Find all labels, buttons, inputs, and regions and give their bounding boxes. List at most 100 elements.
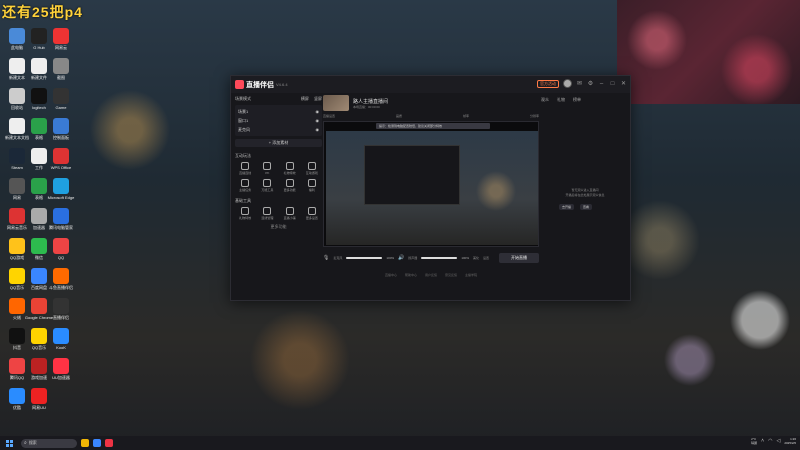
windows-start-icon[interactable] [6, 439, 13, 447]
toolbar-item[interactable]: 分辨率 [530, 114, 539, 118]
desktop-icon-label: Microsoft Edge [47, 195, 75, 200]
app-icon [9, 238, 25, 254]
taskbar-app-icon[interactable] [105, 439, 113, 447]
footer-link[interactable]: 意见反馈 [445, 273, 457, 277]
tab-ranking[interactable]: 榜单 [573, 97, 581, 103]
eye-icon[interactable]: ◉ [316, 109, 320, 114]
tool-item[interactable]: 万能工具 [257, 179, 277, 192]
desktop-icon[interactable]: 斗鱼直播伴侣 [46, 268, 76, 290]
start-live-button[interactable]: 开始直播 [499, 253, 540, 263]
tool-item[interactable]: 互动游戏 [302, 162, 322, 175]
photo-overlay [617, 0, 800, 104]
add-source-button[interactable]: + 添加素材 [235, 139, 322, 147]
app-icon [9, 88, 25, 104]
clock[interactable]: 1:26 2025/2/6 [784, 437, 796, 445]
desktop-icon[interactable]: KooK [46, 328, 76, 350]
tab-portrait[interactable]: 竖屏 [314, 96, 322, 101]
speaker-icon[interactable]: 🔊 [398, 255, 404, 261]
toolbar-item[interactable]: 画质 [396, 114, 402, 118]
desktop-icon[interactable]: 控制面板 [46, 118, 76, 140]
footer-link[interactable]: 主播学院 [465, 273, 477, 277]
eye-icon[interactable]: ◉ [316, 127, 320, 132]
desktop-icon[interactable]: 网易UU [24, 388, 54, 410]
room-title[interactable]: 路人主播直播间 [353, 98, 388, 105]
tool-item[interactable]: PK [257, 162, 277, 175]
tool-label: 礼物特效 [239, 216, 252, 220]
desktop-icon[interactable]: 腾讯电脑管家 [46, 208, 76, 230]
tab-landscape[interactable]: 横屏 [301, 96, 309, 101]
app-icon [53, 178, 69, 194]
taskbar: ⌕ 搜索 2°C 晴朗 ˄ ◠ ◁ 1:26 2025/2/6 [0, 436, 800, 450]
footer-link[interactable]: 帮助中心 [405, 273, 417, 277]
tool-icon [285, 179, 294, 187]
microphone-icon[interactable]: 🎙 [323, 255, 329, 261]
app-icon [9, 178, 25, 194]
tool-item[interactable]: 更多设置 [302, 207, 322, 220]
minimize-icon[interactable]: – [598, 81, 605, 87]
stream-preview[interactable]: 提示：检测到电脑配置较低，建议关闭部分特效 [323, 121, 539, 247]
more-features-link[interactable]: 更多功能 [235, 224, 322, 230]
tool-item[interactable]: 礼物特效 [235, 207, 255, 220]
footer-link[interactable]: 直播中心 [385, 273, 397, 277]
app-icon [31, 328, 47, 344]
tool-item[interactable]: 更多功能 [280, 179, 300, 192]
tab-audience[interactable]: 观众 [541, 97, 549, 103]
preview-nested-window [364, 145, 460, 205]
tool-icon [241, 162, 250, 170]
official-activity-badge[interactable]: 官方活动 [537, 79, 559, 88]
message-icon[interactable]: ✉ [576, 80, 583, 87]
right-buttons: 去开播 查看 [559, 204, 593, 210]
desktop-icon[interactable]: UU加速器 [46, 358, 76, 380]
tool-item[interactable]: 连线管理 [257, 207, 277, 220]
desktop-icon[interactable]: QQ [46, 238, 76, 260]
desktop-icon[interactable]: 网易云 [46, 28, 76, 50]
desktop-icon-label: 网易UU [32, 405, 46, 410]
tool-item[interactable]: 主播任务 [235, 179, 255, 192]
desktop-icon[interactable]: 直播伴侣 [46, 298, 76, 320]
tab-gifts[interactable]: 礼物 [557, 97, 565, 103]
scene-item[interactable]: 场景1 ◉ [238, 107, 319, 116]
tool-item[interactable]: 福利 [302, 179, 322, 192]
volume-icon[interactable]: ◁ [776, 438, 780, 444]
go-live-button[interactable]: 去开播 [559, 204, 575, 210]
taskbar-search[interactable]: ⌕ 搜索 [21, 438, 77, 448]
scene-item[interactable]: 麦克风 ◉ [238, 125, 319, 134]
tool-item[interactable]: 礼物特效 [280, 162, 300, 175]
room-subtitle: 本场直播：00:00:00 [353, 104, 380, 109]
eye-icon[interactable]: ◉ [316, 118, 320, 123]
beauty-button[interactable]: 美化 [473, 256, 479, 260]
taskbar-app-icon[interactable] [81, 439, 89, 447]
settings-icon[interactable]: ⚙ [587, 80, 594, 87]
desktop-icon[interactable]: 截图 [46, 58, 76, 80]
scene-item-name: 窗口1 [238, 117, 249, 123]
desktop-icon[interactable]: Microsoft Edge [46, 178, 76, 200]
weather[interactable]: 2°C 晴朗 [751, 437, 757, 445]
toolbar-item[interactable]: 帧率 [463, 114, 469, 118]
app-icon [53, 358, 69, 374]
left-panel: 场景模式 横屏 竖屏 场景1 ◉ 窗口1 ◉ 麦克风 ◉ + 添加素材 互动玩法 直播… [235, 94, 322, 300]
avatar[interactable] [563, 79, 572, 88]
wifi-icon[interactable]: ◠ [768, 438, 772, 444]
scene-item[interactable]: 窗口1 ◉ [238, 116, 319, 125]
tool-icon [263, 162, 272, 170]
taskbar-app-icon[interactable] [93, 439, 101, 447]
preview-image [326, 131, 538, 245]
desktop-icon[interactable]: WPS Office [46, 148, 76, 170]
room-cover[interactable] [323, 95, 349, 111]
titlebar-controls: 官方活动 ✉ ⚙ – □ ✕ [537, 79, 627, 88]
mic-volume-slider[interactable] [346, 257, 383, 259]
tool-item[interactable]: 直播连线 [235, 162, 255, 175]
speaker-volume-slider[interactable] [421, 257, 458, 259]
tool-item[interactable]: 直播小铺 [280, 207, 300, 220]
desktop-icon[interactable]: Game [46, 88, 76, 110]
view-button[interactable]: 查看 [580, 204, 593, 210]
room-header: 路人主播直播间 本场直播：00:00:00 [323, 94, 539, 112]
scene-mode-label[interactable]: 场景模式 [235, 96, 251, 102]
settings-button[interactable]: 设置 [483, 256, 489, 260]
chevron-up-icon[interactable]: ˄ [761, 438, 764, 444]
maximize-icon[interactable]: □ [609, 81, 616, 87]
close-icon[interactable]: ✕ [620, 80, 627, 87]
footer-link[interactable]: 用户反馈 [425, 273, 437, 277]
toolbar-item[interactable]: 直播设置 [323, 114, 335, 118]
tool-icon [285, 162, 294, 170]
